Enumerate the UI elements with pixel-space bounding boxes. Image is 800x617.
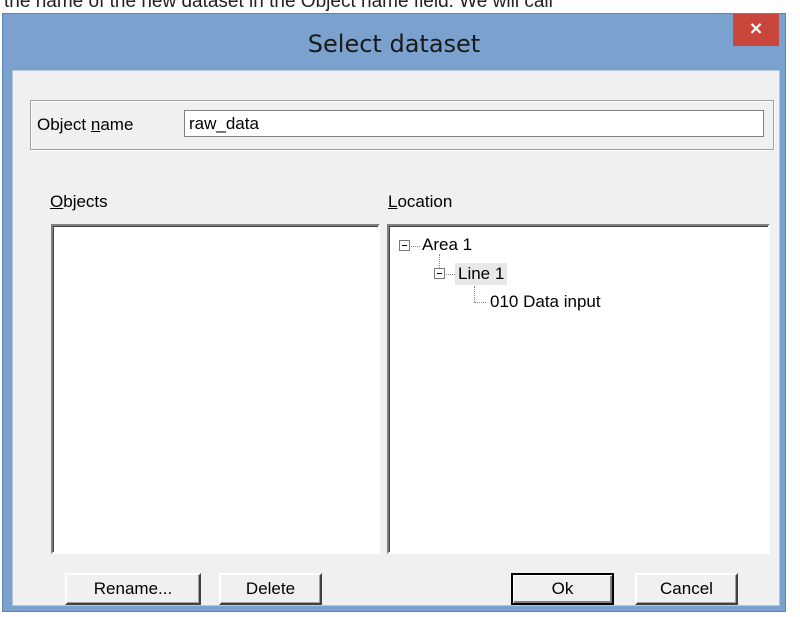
delete-button[interactable]: Delete <box>219 573 322 605</box>
object-name-label-prefix: Object <box>37 115 91 134</box>
collapse-icon[interactable] <box>434 268 445 279</box>
objects-label-accel: O <box>50 192 64 211</box>
location-label-rest: ocation <box>397 192 453 211</box>
object-name-input[interactable]: raw_data <box>184 110 764 137</box>
object-name-label: Object name <box>37 115 133 135</box>
tree-item-line-1[interactable]: Line 1 <box>455 263 508 285</box>
tree-connector-v2 <box>474 286 475 302</box>
location-tree[interactable]: Area 1 Line 1 010 Data input <box>387 224 770 554</box>
objects-label: Objects <box>50 192 108 212</box>
select-dataset-dialog: Select dataset × Object name raw_data Ob… <box>2 13 786 612</box>
tree-item-data-input[interactable]: 010 Data input <box>490 291 601 313</box>
tree-connector-h1 <box>411 246 420 247</box>
collapse-icon[interactable] <box>399 240 410 251</box>
close-button[interactable]: × <box>733 14 779 46</box>
dialog-title: Select dataset <box>307 30 481 58</box>
object-name-label-suffix: ame <box>100 115 134 134</box>
object-name-group: Object name raw_data <box>30 100 774 150</box>
ok-button[interactable]: Ok <box>511 573 614 605</box>
tree-connector-v1 <box>439 254 440 268</box>
object-name-label-accel: n <box>90 115 101 134</box>
objects-label-rest: bjects <box>63 192 108 211</box>
tree-item-area-1[interactable]: Area 1 <box>422 234 472 256</box>
location-label: Location <box>388 192 452 212</box>
dialog-client-area: Object name raw_data Objects Location Ar… <box>12 70 780 606</box>
objects-list[interactable] <box>51 224 380 554</box>
document-text-above: the name of the new dataset in the Objec… <box>4 0 553 12</box>
cancel-button[interactable]: Cancel <box>635 573 738 605</box>
rename-button[interactable]: Rename... <box>65 573 201 605</box>
tree-connector-h3 <box>474 302 486 303</box>
tree-connector-h2 <box>446 274 455 275</box>
title-bar[interactable]: Select dataset × <box>3 14 785 70</box>
